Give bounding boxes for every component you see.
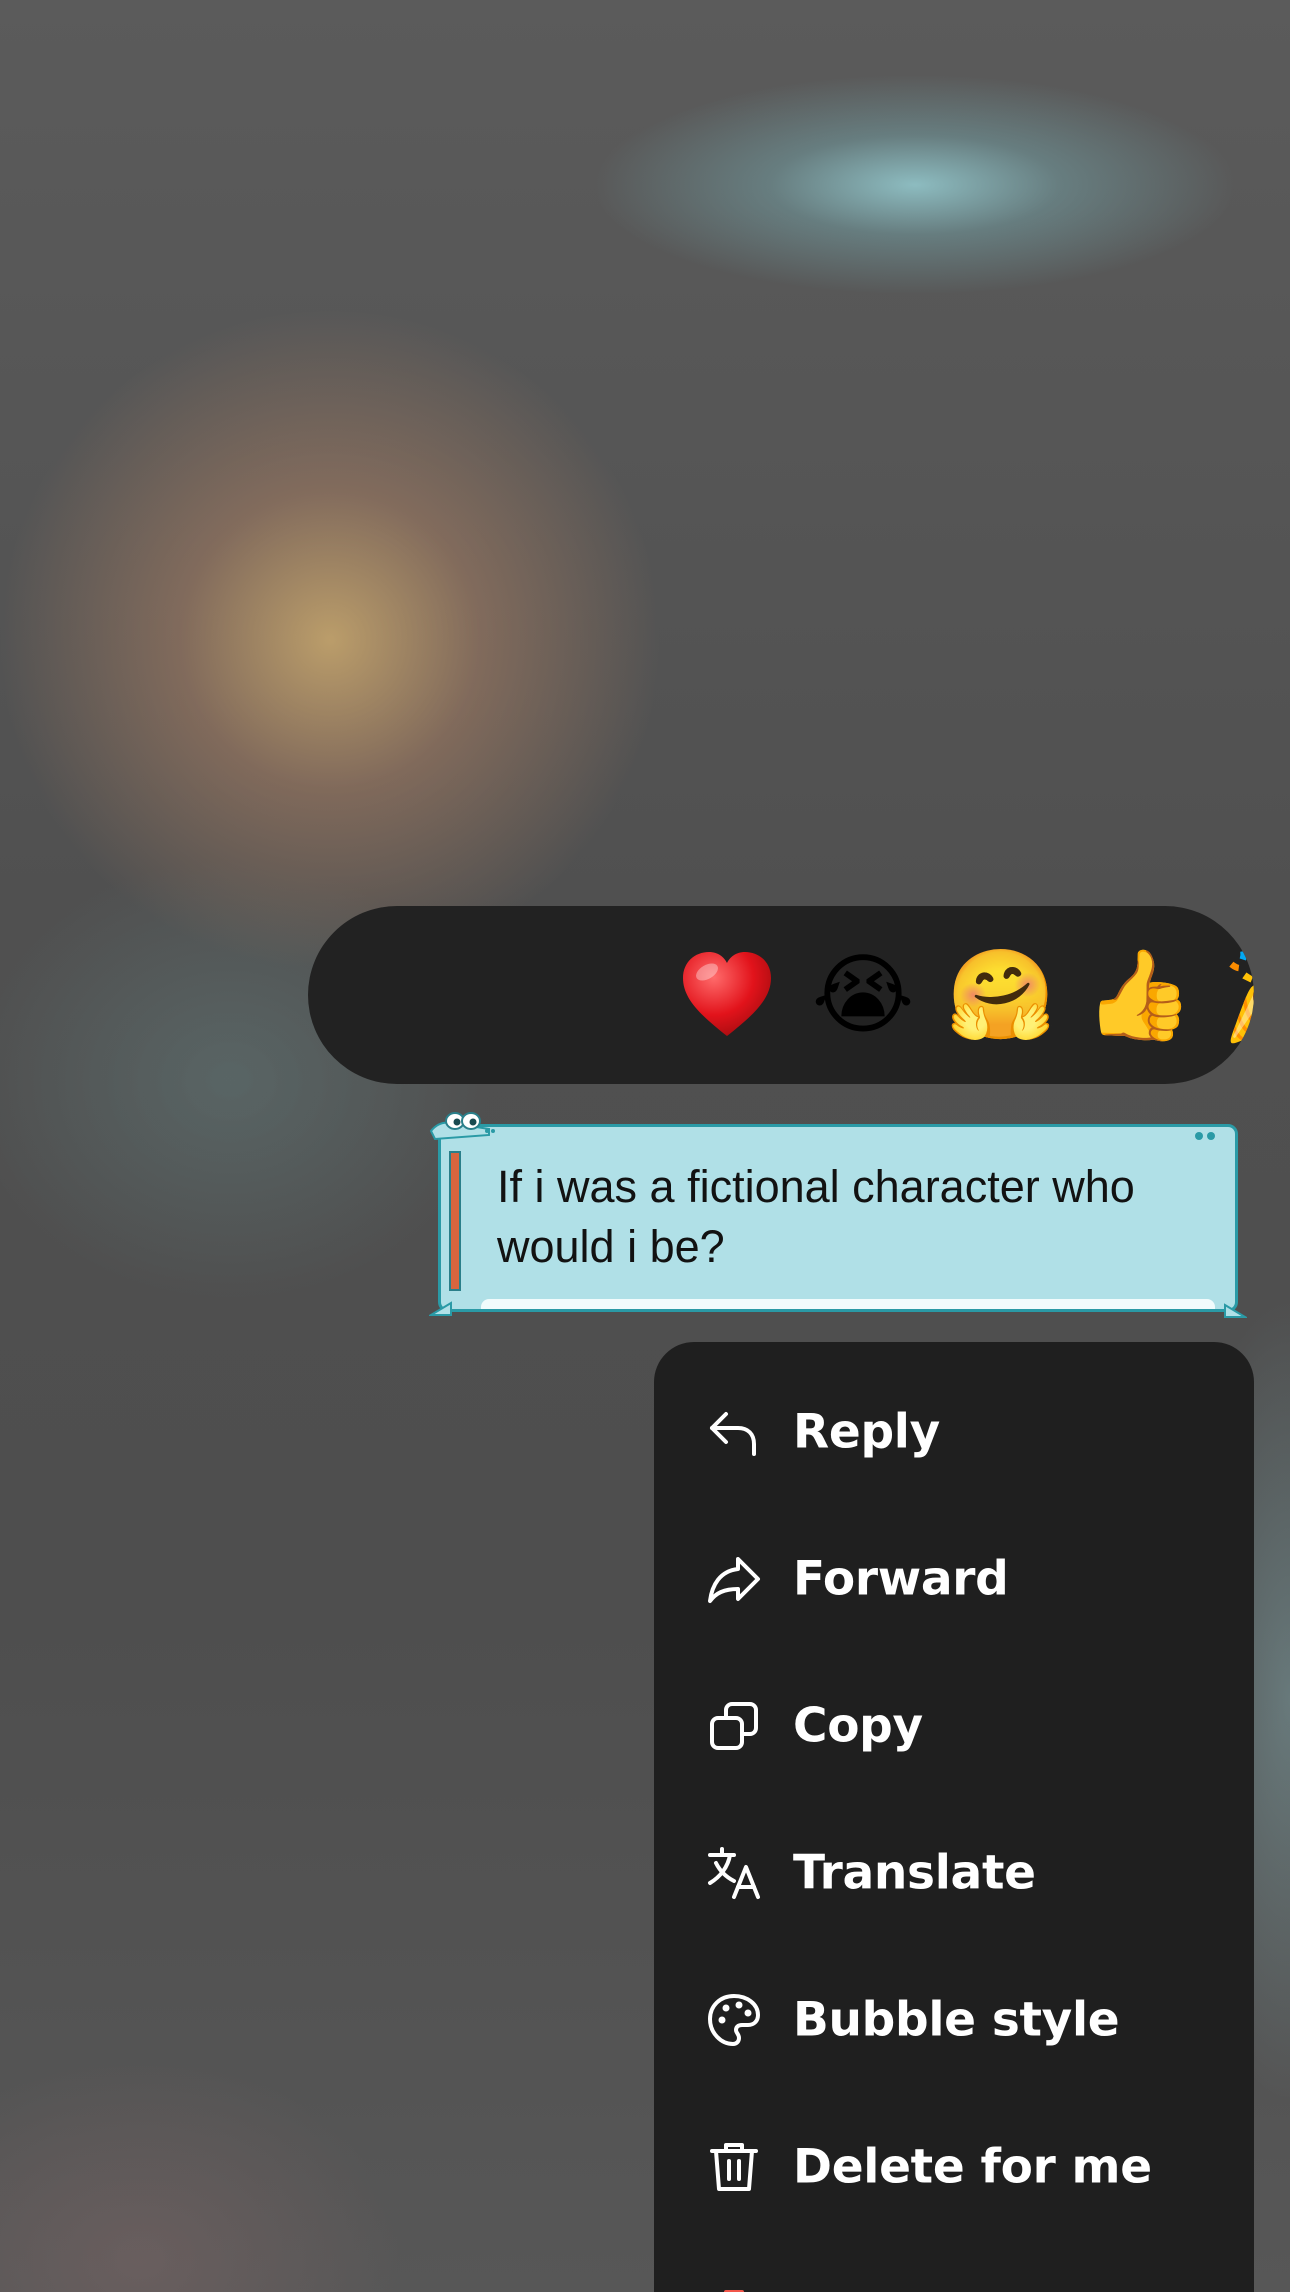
menu-item-label: Forward (793, 1551, 1009, 1606)
menu-item-label: Bubble style (793, 1992, 1120, 2047)
menu-item-forward[interactable]: Forward (654, 1505, 1254, 1652)
bubble-tail-icon (1224, 1303, 1247, 1318)
trash-red-icon (706, 2286, 762, 2292)
menu-item-translate[interactable]: Translate (654, 1799, 1254, 1946)
menu-item-label: Copy (793, 1698, 923, 1753)
trash-icon (706, 2139, 762, 2195)
menu-item-copy[interactable]: Copy (654, 1652, 1254, 1799)
menu-item-delete-for-me[interactable]: Delete for me (654, 2093, 1254, 2240)
bubble-decoration-stripe (449, 1151, 461, 1291)
party-popper-icon: 🎉 (1222, 951, 1254, 1039)
copy-icon (706, 1698, 762, 1754)
menu-item-bubble-style[interactable]: Bubble style (654, 1946, 1254, 2093)
menu-item-label: Reply (793, 1404, 940, 1459)
forward-arrow-icon (706, 1551, 762, 1607)
menu-item-label: Delete for me (793, 2139, 1152, 2194)
bubble-dots-icon (1195, 1132, 1215, 1140)
reaction-party-popper[interactable]: 🎉 (1222, 940, 1254, 1050)
translate-icon (706, 1845, 762, 1901)
loudly-crying-face-icon: 😭 (811, 945, 915, 1044)
reaction-thumbs-up[interactable]: 👍 (1084, 940, 1194, 1050)
thumbs-up-icon: 👍 (1084, 945, 1194, 1044)
message-context-menu: Reply Forward Copy Translate Bubble styl… (654, 1342, 1254, 2292)
reaction-red-heart[interactable] (672, 940, 782, 1050)
menu-item-label: Translate (793, 1845, 1036, 1900)
menu-item-delete-for-all-partial[interactable] (654, 2240, 1254, 2292)
reaction-loudly-crying-face[interactable]: 😭 (808, 940, 918, 1050)
menu-item-reply[interactable]: Reply (654, 1358, 1254, 1505)
red-heart-icon (683, 952, 771, 1036)
reply-arrow-icon (706, 1404, 762, 1460)
reaction-picker[interactable]: 😭 🤗 👍 🎉 😳 😡 (308, 906, 1254, 1084)
reaction-hugging-face[interactable]: 🤗 (946, 940, 1056, 1050)
message-bubble[interactable]: If i was a fictional character who would… (429, 1112, 1247, 1318)
bubble-eyes-icon (429, 1112, 495, 1141)
palette-icon (706, 1992, 762, 2048)
message-text: If i was a fictional character who would… (497, 1161, 1135, 1272)
hugging-face-icon: 🤗 (946, 945, 1056, 1044)
bubble-foot-icon (429, 1301, 452, 1316)
bubble-shine (481, 1299, 1215, 1309)
